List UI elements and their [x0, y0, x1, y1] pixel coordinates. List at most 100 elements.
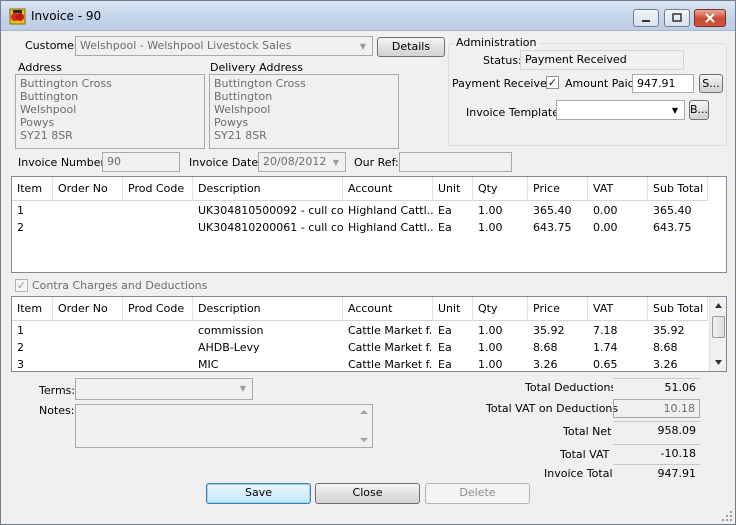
scroll-up-icon[interactable]: [359, 407, 369, 417]
column-header-sub-total[interactable]: Sub Total: [648, 177, 708, 201]
scroll-up-icon[interactable]: [710, 297, 727, 314]
invoice-template-label: Invoice Template:: [466, 106, 563, 119]
cell-sub-total: 3.26: [653, 358, 678, 371]
b-button[interactable]: B...: [689, 100, 709, 120]
payment-received-checkbox[interactable]: ✓: [546, 76, 559, 89]
cell-sub-total: 643.75: [653, 221, 692, 234]
save-button[interactable]: Save: [206, 483, 311, 504]
column-header-item[interactable]: Item: [12, 297, 53, 321]
invoice-date-label: Invoice Date:: [189, 156, 262, 169]
address-box[interactable]: Buttington Cross Buttington Welshpool Po…: [15, 74, 205, 149]
scroll-thumb[interactable]: [712, 316, 725, 338]
administration-label: Administration: [454, 36, 539, 49]
customer-label: Customer:: [25, 39, 82, 52]
items-grid[interactable]: Item Order No Prod Code Description Acco…: [11, 176, 727, 273]
resize-grip-icon[interactable]: [721, 510, 733, 522]
delivery-address-box[interactable]: Buttington Cross Buttington Welshpool Po…: [209, 74, 399, 149]
cell-vat: 0.00: [593, 204, 618, 217]
minimize-icon: [642, 20, 650, 22]
contra-charges-checkbox[interactable]: ✓: [15, 279, 28, 292]
column-header-vat[interactable]: VAT: [588, 177, 648, 201]
cell-qty: 1.00: [478, 358, 503, 371]
chevron-down-icon: ▼: [332, 158, 340, 167]
column-header-unit[interactable]: Unit: [433, 177, 473, 201]
app-icon: [9, 8, 26, 25]
invoice-template-combo[interactable]: ▼: [556, 100, 685, 120]
total-net-value: 958.09: [613, 421, 700, 440]
cell-prod-code: [123, 219, 193, 236]
invoice-date-value: 20/08/2012: [263, 155, 327, 168]
cell-qty: 1.00: [478, 221, 503, 234]
column-header-order-no[interactable]: Order No: [53, 297, 123, 321]
cell-vat: 7.18: [593, 324, 618, 337]
customer-combo[interactable]: Welshpool - Welshpool Livestock Sales ▼: [75, 36, 373, 56]
close-window-button[interactable]: [694, 9, 726, 27]
cell-sub-total: 35.92: [653, 324, 685, 337]
cell-item: 2: [17, 221, 24, 234]
column-header-item[interactable]: Item: [12, 177, 53, 201]
cell-item: 1: [17, 204, 24, 217]
table-row[interactable]: 3 MIC Cattle Market f... Ea 1.00 3.26 0.…: [12, 356, 708, 373]
chevron-down-icon: ▼: [239, 384, 247, 393]
cell-prod-code: [123, 356, 193, 373]
terms-combo[interactable]: ▼: [75, 378, 253, 400]
column-header-account[interactable]: Account: [343, 297, 433, 321]
cell-order-no: [53, 219, 123, 236]
column-header-prod-code[interactable]: Prod Code: [123, 297, 193, 321]
cell-qty: 1.00: [478, 204, 503, 217]
close-button[interactable]: Close: [315, 483, 420, 504]
invoice-number-field[interactable]: 90: [102, 152, 180, 172]
table-row[interactable]: 1 commission Cattle Market f... Ea 1.00 …: [12, 322, 708, 339]
cell-prod-code: [123, 339, 193, 356]
cell-account: Highland Cattl...: [348, 204, 433, 217]
delivery-address-line: Powys: [214, 116, 249, 129]
terms-label: Terms:: [39, 384, 76, 397]
column-header-price[interactable]: Price: [528, 297, 588, 321]
contra-grid[interactable]: Item Order No Prod Code Description Acco…: [11, 296, 727, 372]
address-line: SY21 8SR: [20, 129, 73, 142]
address-line: Buttington: [20, 90, 79, 103]
title-bar[interactable]: Invoice - 90: [1, 1, 735, 31]
cell-vat: 0.00: [593, 221, 618, 234]
table-row[interactable]: 1 UK304810500092 - cull cow Highland Cat…: [12, 202, 708, 219]
details-button[interactable]: Details: [377, 37, 445, 57]
cell-item: 2: [17, 341, 24, 354]
column-header-description[interactable]: Description: [193, 297, 343, 321]
notes-field[interactable]: [75, 404, 373, 448]
delivery-address-line: Buttington: [214, 90, 273, 103]
cell-order-no: [53, 322, 123, 339]
column-header-order-no[interactable]: Order No: [53, 177, 123, 201]
our-ref-field[interactable]: [399, 152, 512, 172]
column-header-qty[interactable]: Qty: [473, 177, 528, 201]
table-row[interactable]: 2 AHDB-Levy Cattle Market f... Ea 1.00 8…: [12, 339, 708, 356]
cell-unit: Ea: [438, 221, 452, 234]
delivery-address-line: Buttington Cross: [214, 77, 306, 90]
column-header-sub-total[interactable]: Sub Total: [648, 297, 708, 321]
scroll-down-icon[interactable]: [359, 435, 369, 445]
our-ref-label: Our Ref:: [354, 156, 399, 169]
total-vat-value: -10.18: [613, 444, 700, 463]
column-header-vat[interactable]: VAT: [588, 297, 648, 321]
invoice-date-picker[interactable]: 20/08/2012 ▼: [258, 152, 346, 172]
minimize-button[interactable]: [633, 9, 659, 27]
table-row[interactable]: 2 UK304810200061 - cull cow Highland Cat…: [12, 219, 708, 236]
column-header-unit[interactable]: Unit: [433, 297, 473, 321]
column-header-account[interactable]: Account: [343, 177, 433, 201]
amount-paid-field[interactable]: 947.91: [632, 74, 694, 93]
contra-scrollbar[interactable]: [709, 297, 726, 371]
maximize-button[interactable]: [664, 9, 690, 27]
delete-button[interactable]: Delete: [425, 483, 530, 504]
column-header-description[interactable]: Description: [193, 177, 343, 201]
cell-sub-total: 8.68: [653, 341, 678, 354]
total-deductions-value: 51.06: [613, 378, 700, 397]
total-deductions-label: Total Deductions: [525, 381, 617, 394]
column-header-prod-code[interactable]: Prod Code: [123, 177, 193, 201]
scroll-down-icon[interactable]: [710, 354, 727, 371]
s-button[interactable]: S...: [699, 74, 723, 93]
cell-sub-total: 365.40: [653, 204, 692, 217]
column-header-price[interactable]: Price: [528, 177, 588, 201]
column-header-qty[interactable]: Qty: [473, 297, 528, 321]
cell-price: 3.26: [533, 358, 558, 371]
cell-description: commission: [198, 324, 264, 337]
close-icon: [705, 13, 715, 23]
